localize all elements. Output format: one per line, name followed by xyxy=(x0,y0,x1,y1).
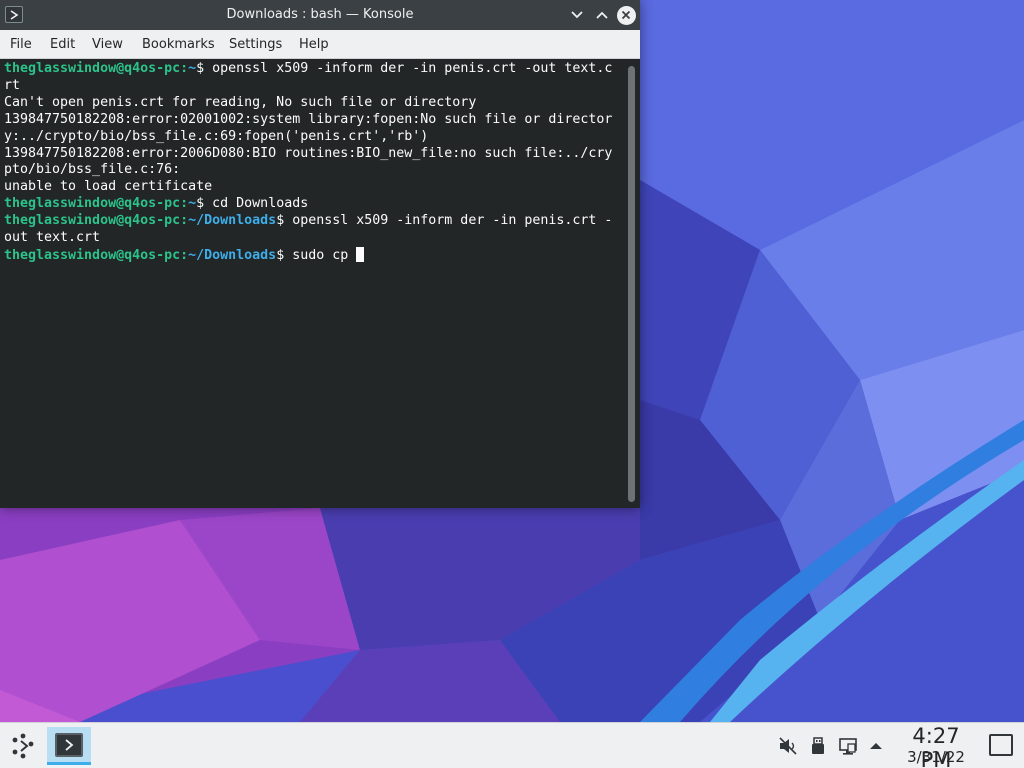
prompt-path: ~ xyxy=(188,61,197,76)
chevron-up-icon xyxy=(596,11,608,19)
menu-bar: File Edit View Bookmarks Settings Help xyxy=(0,30,640,59)
speaker-muted-icon[interactable] xyxy=(778,736,798,756)
command-text: $ openssl x509 -inform der -in penis.crt… xyxy=(196,61,613,76)
menu-help[interactable]: Help xyxy=(299,30,329,59)
minimize-button[interactable] xyxy=(566,4,588,26)
scrollbar-thumb[interactable] xyxy=(628,66,635,502)
chevron-down-icon xyxy=(571,11,583,19)
prompt-user: theglasswindow@q4os-pc: xyxy=(4,196,189,212)
taskbar: 4:27 PM 3/31/22 xyxy=(0,722,1024,768)
terminal-icon xyxy=(55,733,83,757)
terminal-line: 139847750182208:error:02001002:system li… xyxy=(4,111,613,127)
launcher-icon xyxy=(12,733,34,759)
usb-drive-icon[interactable] xyxy=(808,736,828,756)
close-button[interactable] xyxy=(615,4,637,26)
terminal-line: y:../crypto/bio/bss_file.c:69:fopen('pen… xyxy=(4,128,429,144)
window-title: Downloads : bash — Konsole xyxy=(226,7,414,22)
text-cursor xyxy=(356,246,365,262)
prompt-user: theglasswindow@q4os-pc: xyxy=(4,213,189,229)
menu-edit[interactable]: Edit xyxy=(50,30,75,59)
application-launcher-button[interactable] xyxy=(8,731,38,761)
command-text: $ cd Downloads xyxy=(196,196,309,212)
terminal-line: out text.crt xyxy=(4,230,101,246)
konsole-window[interactable]: Downloads : bash — Konsole File Edit Vie… xyxy=(0,0,640,508)
clock-date[interactable]: 3/31/22 xyxy=(894,748,978,766)
prompt-path: ~/Downloads xyxy=(188,247,277,263)
terminal-line: theglasswindow@q4os-pc:~$ openssl x509 -… xyxy=(4,61,612,78)
terminal-scrollbar[interactable] xyxy=(624,59,640,508)
network-icon[interactable] xyxy=(838,736,858,756)
terminal-line: theglasswindow@q4os-pc:~/Downloads$ open… xyxy=(4,213,612,230)
taskbar-item-konsole[interactable] xyxy=(47,727,91,765)
show-desktop-button[interactable] xyxy=(989,734,1013,756)
menu-settings[interactable]: Settings xyxy=(229,30,282,59)
terminal-output[interactable]: theglasswindow@q4os-pc:~$ openssl x509 -… xyxy=(0,59,624,508)
menu-bookmarks[interactable]: Bookmarks xyxy=(142,30,215,59)
window-titlebar[interactable]: Downloads : bash — Konsole xyxy=(0,0,640,30)
close-icon xyxy=(621,10,631,20)
terminal-line: rt xyxy=(4,77,21,93)
prompt-user: theglasswindow@q4os-pc: xyxy=(4,247,189,263)
terminal-lines: theglasswindow@q4os-pc:~$ openssl x509 -… xyxy=(4,61,612,265)
terminal-line: Can't open penis.crt for reading, No suc… xyxy=(4,94,477,110)
command-text: $ sudo cp xyxy=(276,247,357,263)
prompt-path: ~/Downloads xyxy=(188,213,277,229)
terminal-line: unable to load certificate xyxy=(4,179,213,195)
menu-file[interactable]: File xyxy=(10,30,32,59)
prompt-path: ~ xyxy=(188,196,197,212)
prompt-user: theglasswindow@q4os-pc: xyxy=(4,61,189,76)
menu-view[interactable]: View xyxy=(92,30,123,59)
terminal-line: theglasswindow@q4os-pc:~/Downloads$ sudo… xyxy=(4,246,612,265)
terminal-line: pto/bio/bss_file.c:76: xyxy=(4,162,181,178)
tray-expand-arrow-icon[interactable] xyxy=(866,736,886,756)
terminal-line: theglasswindow@q4os-pc:~$ cd Downloads xyxy=(4,196,612,213)
terminal-line: 139847750182208:error:2006D080:BIO routi… xyxy=(4,145,613,161)
command-text: $ openssl x509 -inform der -in penis.crt… xyxy=(276,213,613,229)
maximize-button[interactable] xyxy=(591,4,613,26)
